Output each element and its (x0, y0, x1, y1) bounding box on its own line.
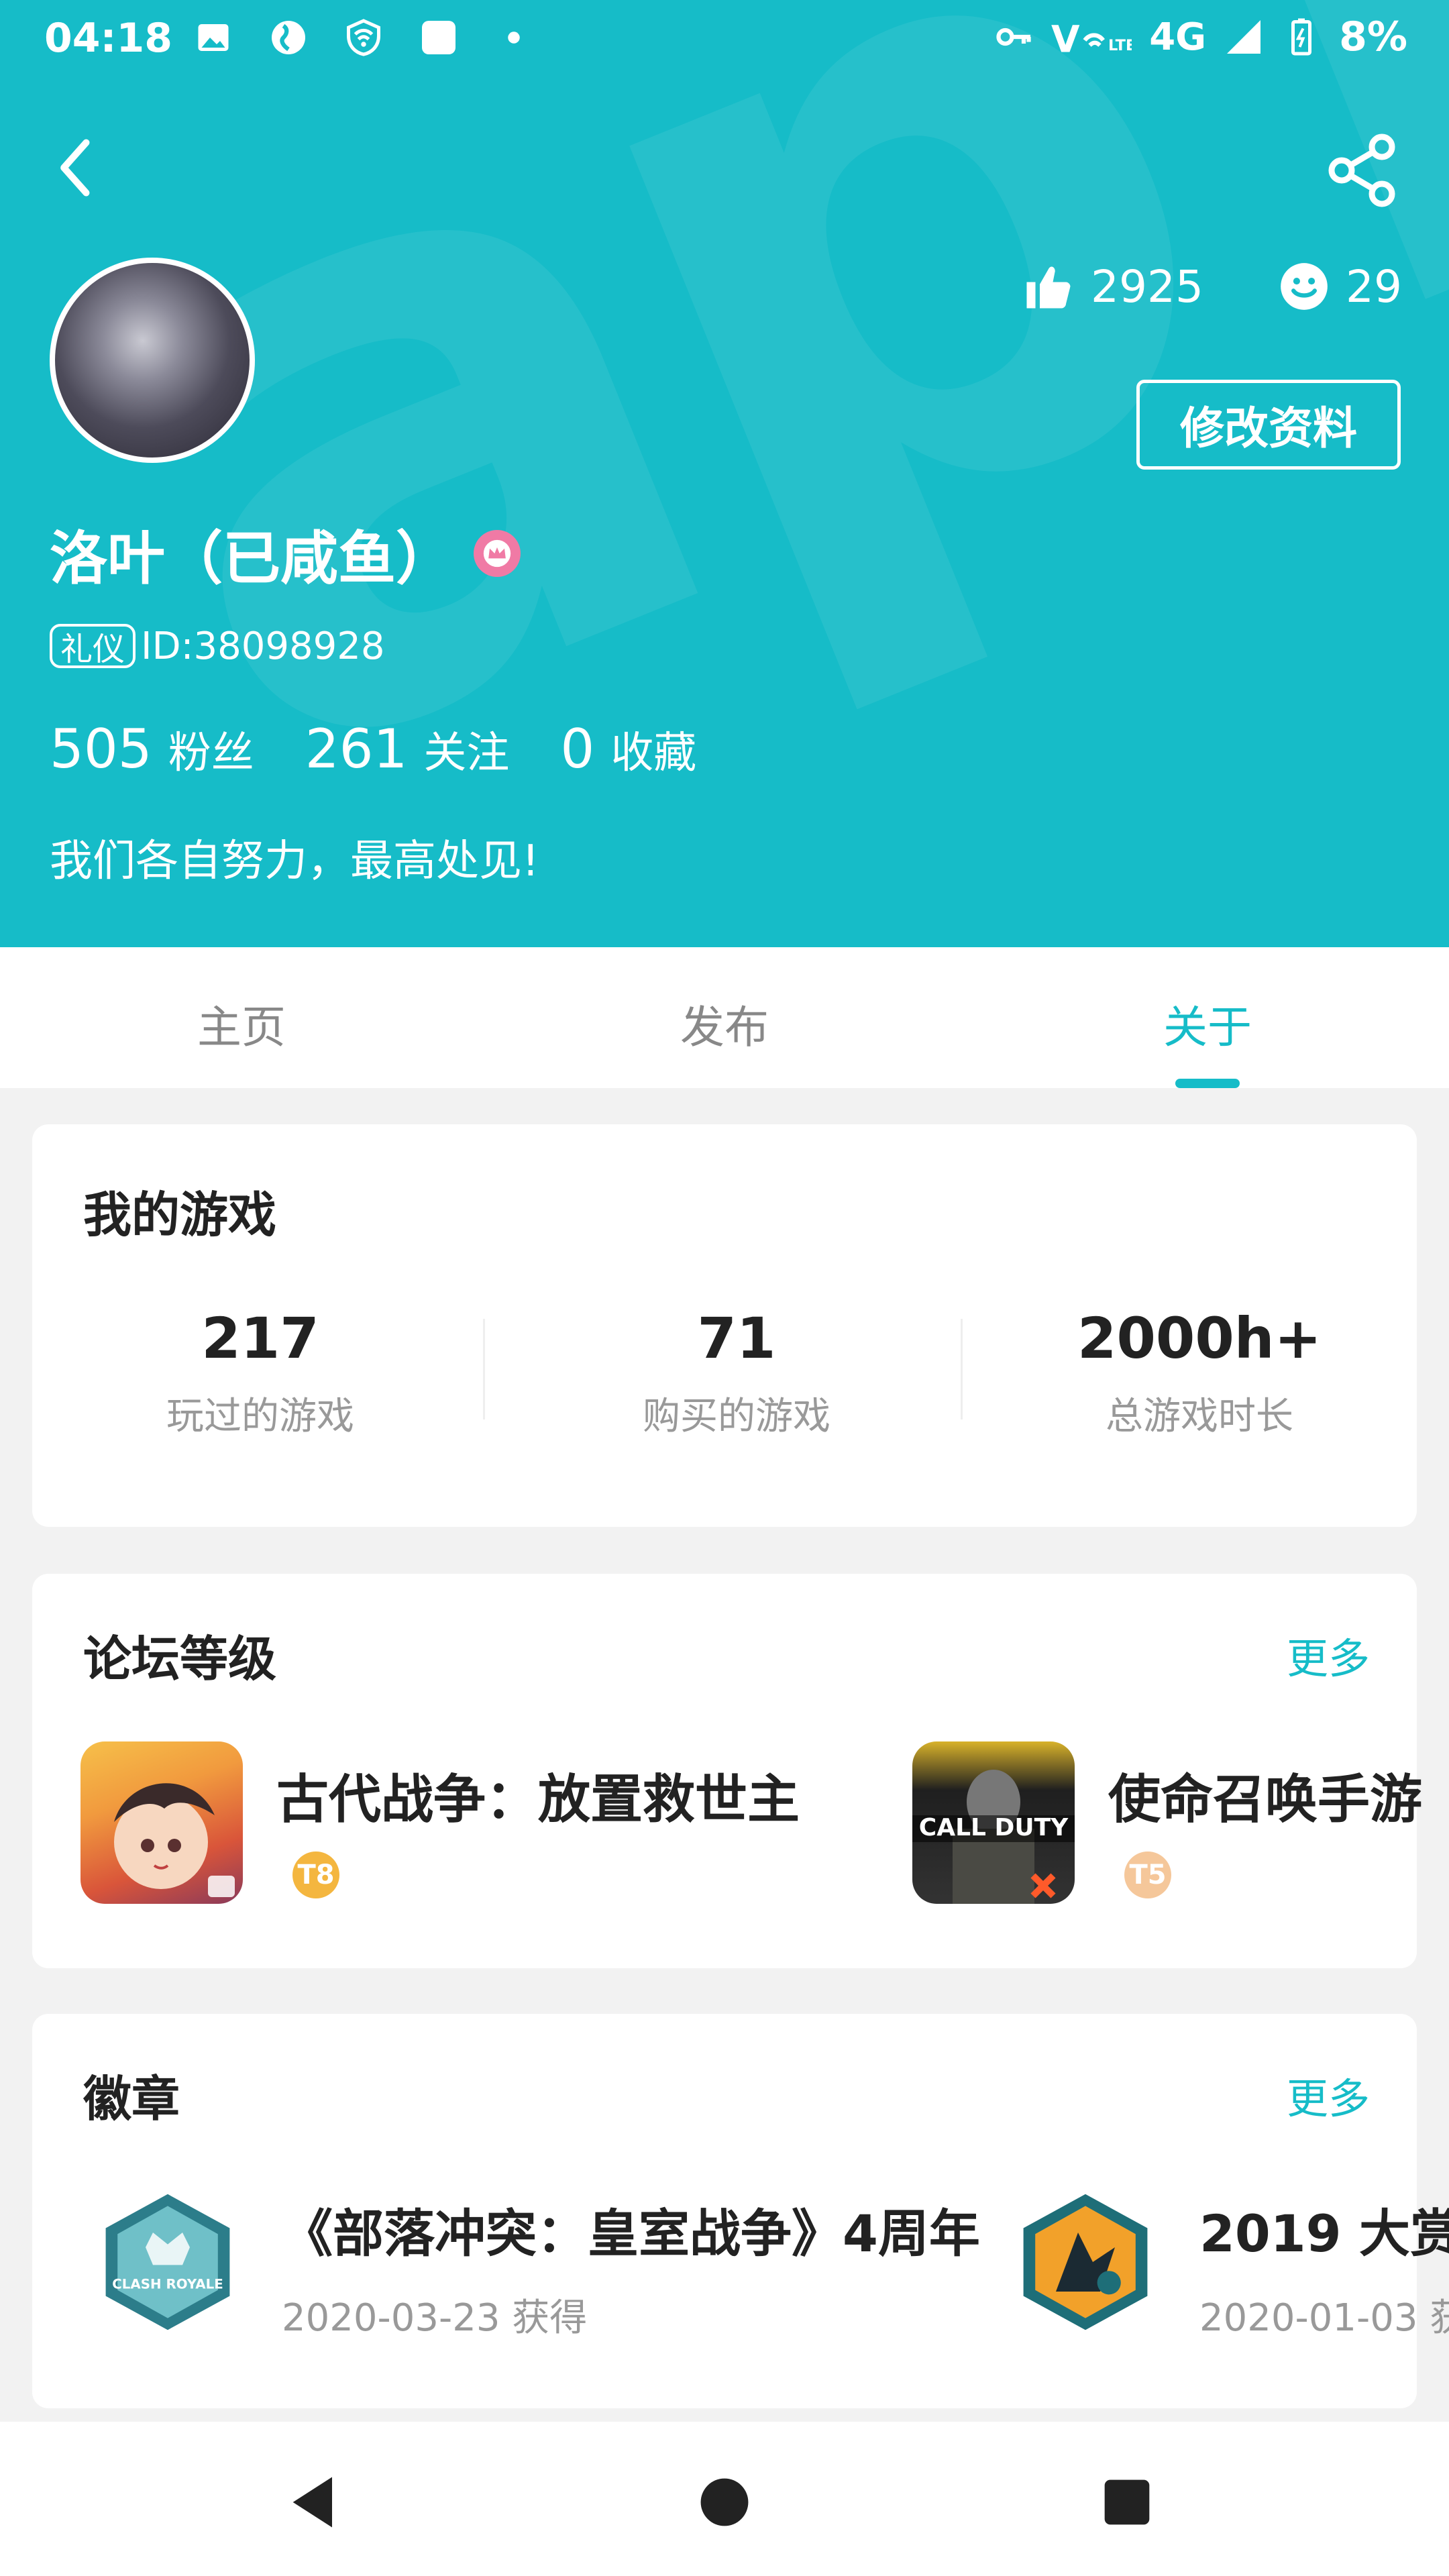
user-id-row: 礼仪 ID:38098928 (50, 624, 385, 668)
favorites-count[interactable]: 0 (560, 718, 594, 780)
tab-posts[interactable]: 发布 (680, 991, 769, 1056)
svg-text:LTE: LTE (1108, 37, 1132, 54)
stat-value: 71 (697, 1305, 776, 1371)
etiquette-tag[interactable]: 礼仪 (50, 624, 136, 668)
badges-title: 徽章 (83, 2071, 180, 2127)
forum-game-name: 使命召唤手游 (1108, 1770, 1423, 1830)
thumbs-up-icon (1026, 266, 1071, 309)
battery-percent: 8% (1339, 13, 1407, 60)
status-system-icons: V LTE 4G 8% (994, 13, 1407, 60)
profile-reactions: 2925 29 (1022, 260, 1402, 313)
forum-game-item[interactable]: 古代战争：放置救世主 (80, 1741, 800, 1904)
username-row: 洛叶（已咸鱼） (50, 511, 521, 595)
badge-title: 《部落冲突：皇室战争》4周年 (282, 2204, 980, 2263)
nav-back-icon[interactable] (282, 2469, 349, 2536)
badge-date: 2020-03-23 获得 (282, 2296, 588, 2340)
my-games-title: 我的游戏 (83, 1187, 277, 1243)
stat-label: 玩过的游戏 (166, 1395, 354, 1438)
forum-level-title: 论坛等级 (83, 1631, 277, 1687)
nav-recents-icon[interactable] (1093, 2469, 1161, 2536)
network-type: 4G (1149, 15, 1207, 59)
my-games-card: 我的游戏 217 玩过的游戏 71 购买的游戏 2000h+ 总游戏时长 (32, 1124, 1417, 1527)
shield-wifi-icon (347, 19, 380, 56)
key-icon (996, 28, 1031, 46)
avatar[interactable] (50, 258, 255, 463)
profile-tabs: 主页 发布 关于 (0, 947, 1449, 1088)
call-of-duty-game-icon: CALL DUTY (912, 1741, 1075, 1904)
stat-label: 总游戏时长 (1106, 1395, 1293, 1438)
badge-title: 2019 大赏 (1199, 2204, 1449, 2263)
badge-item[interactable]: CLASH ROYALE 《部落冲突：皇室战争》4周年 2020-03-23 获… (94, 2188, 980, 2342)
username: 洛叶（已咸鱼） (50, 525, 453, 592)
tab-home[interactable]: 主页 (197, 991, 286, 1056)
image-icon (198, 24, 229, 51)
globe-icon (272, 21, 305, 54)
system-navigation-bar (0, 2422, 1449, 2576)
profile-header: apTa 04:18 VLTE 4G 8% 2 (0, 0, 1449, 947)
tier-icon: T5 (1124, 1851, 1171, 1898)
smile-icon (1281, 263, 1328, 310)
svg-text:V: V (1051, 18, 1080, 58)
follow-stats: 505 粉丝 261 关注 0 收藏 (50, 718, 747, 780)
notification-dot-icon (508, 32, 520, 44)
crown-icon (483, 539, 511, 567)
status-notification-icons (193, 17, 534, 58)
divider (483, 1319, 485, 1419)
crown-badge-icon[interactable] (474, 529, 521, 577)
played-games-stat[interactable]: 217 玩过的游戏 (52, 1305, 468, 1440)
taptap-watermark: apTa (0, 0, 1449, 947)
app-square-icon (422, 21, 455, 54)
forum-level-card: 论坛等级 更多 古代战争：放置救世主 T8 CALL DUTY 使命召唤手游 T… (32, 1574, 1422, 1968)
total-playtime-stat[interactable]: 2000h+ 总游戏时长 (991, 1305, 1407, 1440)
profile-page: apTa 04:18 VLTE 4G 8% 2 (0, 0, 1449, 2576)
bio: 我们各自努力，最高处见! (50, 837, 539, 886)
likes-count: 2925 (1091, 260, 1204, 313)
clash-royale-badge-icon: CLASH ROYALE (105, 2194, 230, 2330)
game-icon-text: CALL DUTY (919, 1814, 1069, 1841)
following-label[interactable]: 关注 (423, 718, 509, 780)
badges-card: 徽章 更多 CLASH ROYALE 《部落冲突：皇室战争》4周年 2020-0… (32, 2014, 1449, 2408)
tab-about[interactable]: 关于 (1163, 991, 1252, 1056)
forum-game-name: 古代战争：放置救世主 (276, 1770, 800, 1830)
badge-date: 2020-01-03 获得 (1199, 2296, 1449, 2340)
purchased-games-stat[interactable]: 71 购买的游戏 (529, 1305, 945, 1440)
status-time: 04:18 (44, 15, 172, 62)
tier-icon: T8 (292, 1851, 339, 1898)
game-art (114, 1783, 235, 1897)
followers-label[interactable]: 粉丝 (168, 718, 254, 780)
smiles-count: 29 (1346, 260, 1402, 313)
ancient-war-game-icon (80, 1741, 243, 1904)
awards-2019-badge-icon (1023, 2194, 1148, 2330)
divider (961, 1319, 963, 1419)
badge-icon-text: CLASH ROYALE (112, 2277, 223, 2292)
active-tab-indicator (1175, 1079, 1240, 1088)
share-button[interactable] (1322, 130, 1402, 211)
forum-level-more-link[interactable]: 更多 (1287, 1625, 1370, 1685)
volte-icon: V LTE (1051, 18, 1132, 58)
badges-more-link[interactable]: 更多 (1287, 2065, 1370, 2125)
badge-item[interactable]: 2019 大赏 2020-01-03 获得 (1012, 2188, 1449, 2342)
nav-home-icon[interactable] (691, 2469, 758, 2536)
following-count[interactable]: 261 (305, 718, 408, 780)
edit-profile-button[interactable]: 修改资料 (1136, 380, 1401, 470)
stat-value: 217 (201, 1305, 319, 1371)
signal-icon (1227, 20, 1261, 54)
stat-label: 购买的游戏 (643, 1395, 830, 1438)
user-id: ID:38098928 (141, 624, 385, 668)
back-button[interactable] (44, 134, 111, 201)
status-bar: 04:18 V LTE 4G 8% (0, 0, 1449, 80)
favorites-label[interactable]: 收藏 (610, 718, 696, 780)
game-art: CALL DUTY (912, 1770, 1075, 1904)
stat-value: 2000h+ (1077, 1305, 1322, 1371)
followers-count[interactable]: 505 (50, 718, 152, 780)
battery-icon (1291, 18, 1312, 56)
